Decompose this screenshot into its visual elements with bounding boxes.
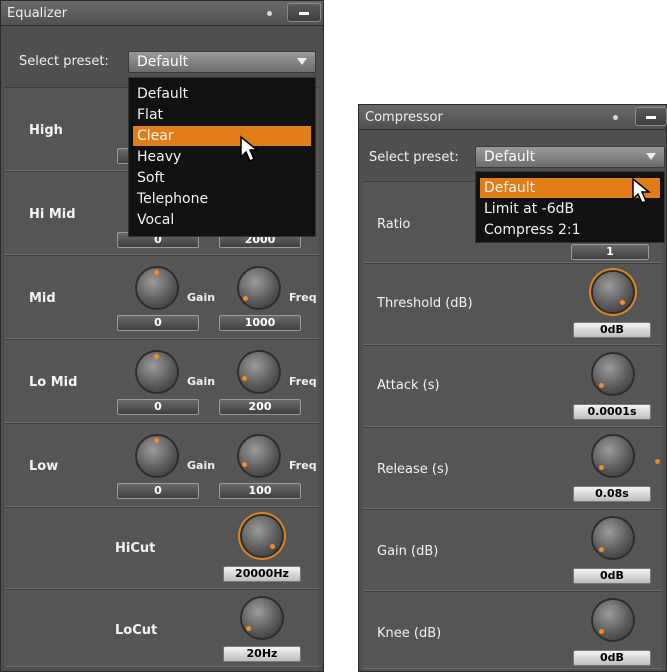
dropdown-arrow-icon: [646, 153, 656, 160]
equalizer-panel: Equalizer Select preset: Default High 0 …: [0, 0, 324, 672]
equalizer-preset-label: Select preset:: [19, 54, 109, 69]
locut-knob[interactable]: [242, 598, 282, 638]
preset-option-compress[interactable]: Compress 2:1: [480, 220, 660, 240]
gain-knob[interactable]: [137, 436, 177, 476]
band-row-low: Low Gain Freq 0 100: [5, 423, 319, 507]
preset-option-flat[interactable]: Flat: [133, 105, 311, 125]
compressor-titlebar[interactable]: Compressor: [359, 105, 667, 130]
preset-option-heavy[interactable]: Heavy: [133, 147, 311, 167]
param-value[interactable]: 0dB: [573, 322, 651, 338]
compressor-params: Ratio 1 Threshold (dB) 0dB Attack (s) 0.…: [363, 181, 662, 669]
compressor-preset-label: Select preset:: [369, 150, 459, 165]
param-row-attack: Attack (s) 0.0001s: [363, 345, 662, 427]
preset-option-vocal[interactable]: Vocal: [133, 210, 311, 230]
compressor-panel: Compressor Select preset: Default Ratio …: [358, 104, 667, 672]
param-value[interactable]: 1: [571, 244, 649, 260]
freq-label: Freq: [289, 291, 317, 304]
param-value[interactable]: 0.08s: [573, 486, 651, 502]
locut-value[interactable]: 20Hz: [223, 646, 301, 662]
threshold-knob[interactable]: [593, 272, 633, 312]
gain-value[interactable]: 0: [117, 399, 199, 415]
freq-value[interactable]: 200: [219, 399, 301, 415]
attack-knob[interactable]: [593, 354, 633, 394]
param-row-knee: Knee (dB) 0dB: [363, 591, 662, 669]
band-label: Hi Mid: [29, 207, 76, 222]
equalizer-preset-dropdown: Default Flat Clear Heavy Soft Telephone …: [128, 77, 316, 237]
hicut-value[interactable]: 20000Hz: [223, 566, 301, 582]
dropdown-arrow-icon: [297, 58, 307, 65]
hicut-row: HiCut 20000Hz: [5, 507, 319, 589]
panel-dot-icon: [613, 115, 618, 120]
preset-option-clear[interactable]: Clear: [133, 126, 311, 146]
param-row-gain: Gain (dB) 0dB: [363, 509, 662, 591]
param-label: Gain (dB): [377, 544, 439, 559]
freq-label: Freq: [289, 375, 317, 388]
locut-row: LoCut 20Hz: [5, 589, 319, 667]
band-row-lo-mid: Lo Mid Gain Freq 0 200: [5, 339, 319, 423]
gain-knob[interactable]: [593, 518, 633, 558]
mouse-cursor-icon: [632, 177, 652, 205]
equalizer-preset-select[interactable]: Default: [128, 51, 316, 73]
mouse-cursor-icon: [240, 135, 260, 163]
gain-label: Gain: [187, 291, 216, 304]
gain-knob[interactable]: [137, 352, 177, 392]
gain-knob[interactable]: [137, 268, 177, 308]
hicut-label: HiCut: [115, 541, 156, 556]
preset-option-soft[interactable]: Soft: [133, 168, 311, 188]
preset-select-value: Default: [484, 149, 536, 165]
freq-knob[interactable]: [239, 268, 279, 308]
param-label: Release (s): [377, 462, 449, 477]
param-row-threshold: Threshold (dB) 0dB: [363, 263, 662, 345]
hicut-knob[interactable]: [242, 516, 282, 556]
param-value[interactable]: 0.0001s: [573, 404, 651, 420]
param-label: Threshold (dB): [377, 296, 473, 311]
band-label: Mid: [29, 291, 56, 306]
equalizer-titlebar[interactable]: Equalizer: [1, 1, 323, 26]
band-label: Low: [29, 459, 59, 474]
equalizer-title: Equalizer: [7, 5, 68, 21]
compressor-title: Compressor: [365, 109, 443, 125]
freq-label: Freq: [289, 459, 317, 472]
param-value[interactable]: 0dB: [573, 568, 651, 584]
minimize-button[interactable]: [287, 3, 321, 22]
gain-value[interactable]: 0: [117, 315, 199, 331]
band-label: Lo Mid: [29, 375, 78, 390]
panel-dot-icon: [267, 11, 272, 16]
preset-option-default[interactable]: Default: [133, 84, 311, 104]
gain-value[interactable]: 0: [117, 483, 199, 499]
band-label: High: [29, 123, 63, 138]
preset-select-value: Default: [137, 54, 189, 70]
minimize-button[interactable]: [635, 107, 667, 126]
compressor-preset-select[interactable]: Default: [475, 146, 665, 168]
release-knob[interactable]: [593, 436, 633, 476]
preset-option-telephone[interactable]: Telephone: [133, 189, 311, 209]
param-label: Ratio: [377, 217, 411, 232]
param-label: Attack (s): [377, 378, 440, 393]
param-row-release: Release (s) 0.08s: [363, 427, 662, 509]
locut-label: LoCut: [115, 623, 158, 638]
freq-knob[interactable]: [239, 352, 279, 392]
param-value[interactable]: 0dB: [573, 650, 651, 666]
knee-knob[interactable]: [593, 600, 633, 640]
freq-value[interactable]: 100: [219, 483, 301, 499]
freq-knob[interactable]: [239, 436, 279, 476]
param-label: Knee (dB): [377, 626, 442, 641]
release-indicator-dot: [655, 459, 660, 464]
freq-value[interactable]: 1000: [219, 315, 301, 331]
band-row-mid: Mid Gain Freq 0 1000: [5, 255, 319, 339]
gain-label: Gain: [187, 375, 216, 388]
gain-label: Gain: [187, 459, 216, 472]
